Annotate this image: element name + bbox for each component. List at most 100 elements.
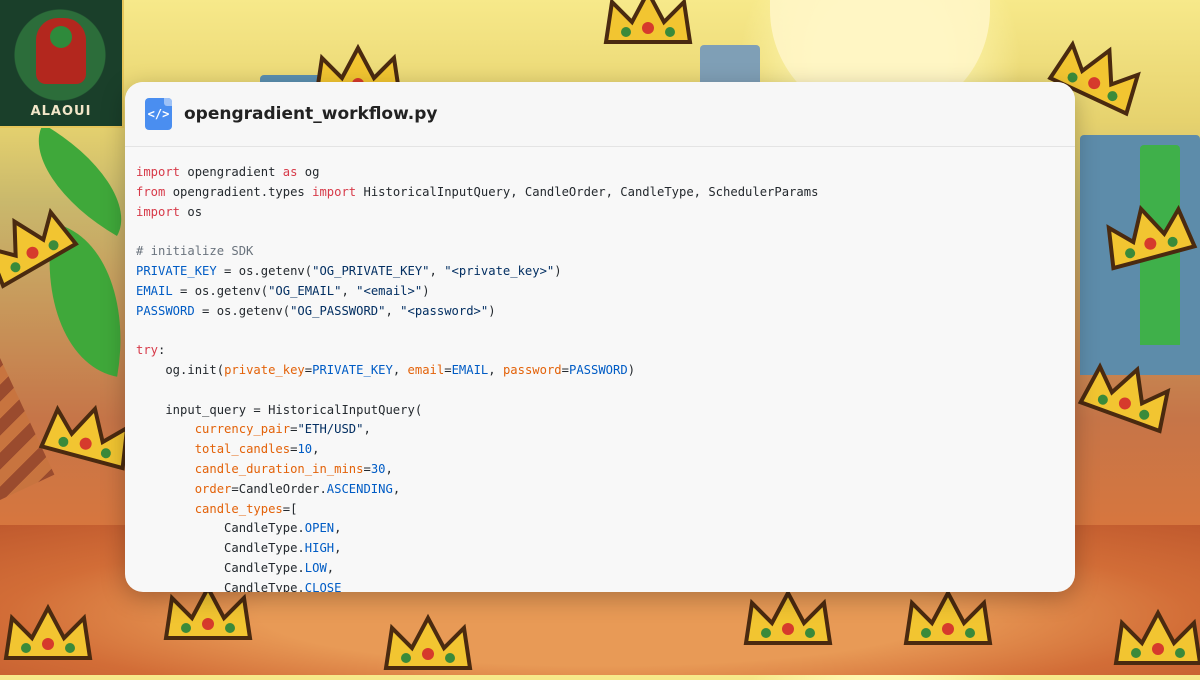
code-token: PASSWORD bbox=[136, 303, 195, 318]
code-token: , bbox=[334, 521, 342, 536]
code-token: candle_types bbox=[194, 501, 283, 516]
code-token: EMAIL bbox=[451, 362, 489, 377]
code-token: "ETH/USD" bbox=[297, 422, 364, 437]
code-token: password bbox=[502, 362, 562, 377]
code-token: "OG_PASSWORD" bbox=[290, 303, 386, 318]
code-token: LOW bbox=[304, 560, 327, 575]
logo-face bbox=[50, 26, 72, 48]
code-file-icon: </> bbox=[145, 98, 172, 130]
brand-name: ALAOUI bbox=[30, 104, 92, 119]
code-token: opengradient bbox=[180, 165, 283, 179]
code-line: CandleType.CLOSE bbox=[136, 579, 1064, 592]
crown-icon bbox=[743, 588, 833, 645]
code-token: EMAIL bbox=[136, 283, 173, 298]
code-token: ASCENDING bbox=[326, 481, 393, 496]
code-token: import bbox=[312, 184, 357, 199]
crown-icon bbox=[3, 603, 93, 660]
code-line: CandleType.HIGH, bbox=[136, 539, 1064, 559]
code-line: total_candles=10, bbox=[136, 440, 1064, 460]
code-token: candle_duration_in_mins bbox=[194, 461, 364, 476]
code-token: private_key bbox=[224, 362, 305, 377]
code-line: from opengradient.types import Historica… bbox=[136, 183, 1064, 203]
code-token: HistoricalInputQuery, CandleOrder, Candl… bbox=[356, 184, 819, 199]
code-token: try bbox=[136, 343, 159, 358]
code-line: candle_types=[ bbox=[136, 500, 1064, 520]
code-token: : bbox=[158, 343, 166, 358]
code-token: PRIVATE_KEY bbox=[312, 362, 393, 377]
code-card-header: </> opengradient_workflow.py bbox=[125, 82, 1075, 147]
code-line: order=CandleOrder.ASCENDING, bbox=[136, 480, 1064, 500]
code-token: HIGH bbox=[304, 541, 335, 556]
code-token: = bbox=[561, 362, 569, 377]
code-token: , bbox=[429, 263, 445, 278]
code-token: = os.getenv( bbox=[172, 283, 269, 298]
code-token: , bbox=[363, 422, 371, 437]
code-token: , bbox=[392, 481, 401, 496]
code-token: , bbox=[392, 362, 408, 377]
code-line: try: bbox=[136, 341, 1064, 361]
code-token: opengradient.types bbox=[165, 184, 313, 199]
code-token: order bbox=[194, 481, 232, 496]
brand-logo: ALAOUI bbox=[0, 0, 124, 128]
code-token: "OG_EMAIL" bbox=[268, 283, 342, 298]
file-name: opengradient_workflow.py bbox=[184, 104, 438, 124]
code-line: CandleType.OPEN, bbox=[136, 519, 1064, 539]
crown-icon bbox=[603, 0, 693, 44]
code-token: "OG_PRIVATE_KEY" bbox=[312, 263, 430, 278]
code-line: CandleType.LOW, bbox=[136, 559, 1064, 579]
code-token: 10 bbox=[297, 442, 313, 457]
code-token: OPEN bbox=[304, 521, 335, 536]
code-line: currency_pair="ETH/USD", bbox=[136, 420, 1064, 440]
code-token: PRIVATE_KEY bbox=[136, 263, 217, 278]
code-block: import opengradient as og from opengradie… bbox=[125, 147, 1075, 592]
code-token: ) bbox=[422, 283, 430, 298]
code-token: , bbox=[488, 362, 503, 377]
code-token: og bbox=[297, 165, 320, 179]
code-card: </> opengradient_workflow.py import open… bbox=[125, 82, 1075, 592]
code-token: total_candles bbox=[194, 442, 291, 457]
code-token: = bbox=[444, 362, 452, 377]
code-token: =CandleOrder. bbox=[231, 481, 327, 496]
code-token: as bbox=[282, 165, 298, 179]
code-token: os bbox=[180, 204, 203, 219]
code-token: og.init( bbox=[136, 362, 225, 377]
code-token: , bbox=[334, 541, 342, 556]
code-line: candle_duration_in_mins=30, bbox=[136, 460, 1064, 480]
code-token: email bbox=[407, 362, 445, 377]
code-line: import opengradient as og bbox=[136, 163, 1064, 183]
code-token: CLOSE bbox=[304, 580, 342, 592]
code-line: EMAIL = os.getenv("OG_EMAIL", "<email>") bbox=[136, 282, 1064, 302]
code-token: = os.getenv( bbox=[216, 263, 313, 278]
code-token: "<private_key>" bbox=[444, 263, 555, 278]
code-token: = bbox=[363, 461, 371, 476]
code-token: 30 bbox=[370, 461, 386, 476]
code-token: # initialize SDK bbox=[136, 244, 254, 259]
code-token: , bbox=[341, 283, 357, 298]
code-token: = os.getenv( bbox=[194, 303, 291, 318]
code-line: input_query = HistoricalInputQuery( bbox=[136, 401, 1064, 421]
code-token: CandleType. bbox=[136, 541, 305, 556]
code-token: , bbox=[385, 303, 401, 318]
code-token: import bbox=[136, 165, 181, 179]
code-token: ) bbox=[627, 362, 636, 377]
code-token: , bbox=[326, 560, 335, 575]
crown-icon bbox=[383, 613, 473, 670]
code-token: , bbox=[312, 442, 320, 457]
code-token: import bbox=[136, 204, 181, 219]
code-line: PRIVATE_KEY = os.getenv("OG_PRIVATE_KEY"… bbox=[136, 262, 1064, 282]
code-token: from bbox=[136, 184, 166, 199]
code-token: , bbox=[385, 461, 393, 476]
code-token: PASSWORD bbox=[568, 362, 628, 377]
code-token: ) bbox=[488, 303, 496, 318]
code-token: ) bbox=[554, 263, 562, 278]
crown-icon bbox=[1113, 608, 1200, 665]
code-token: CandleType. bbox=[136, 580, 305, 592]
